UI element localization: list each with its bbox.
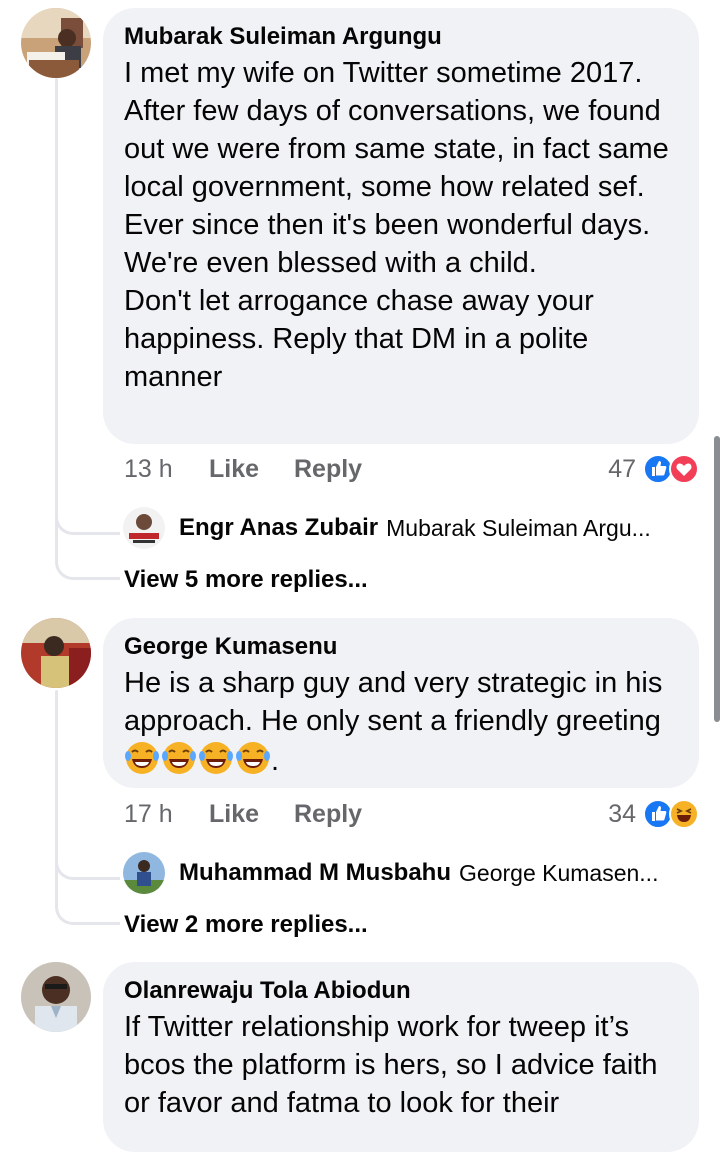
scrollbar[interactable] [714,436,720,722]
like-button[interactable]: Like [209,796,259,832]
reply-button[interactable]: Reply [294,451,362,487]
avatar[interactable] [21,962,91,1032]
comment-bubble[interactable]: Olanrewaju Tola Abiodun If Twitter relat… [103,962,699,1152]
like-button[interactable]: Like [209,451,259,487]
laughing-crying-emoji [199,742,233,774]
comment-author[interactable]: Mubarak Suleiman Argungu [124,22,681,52]
thread-elbow [55,898,120,925]
avatar[interactable] [21,618,91,688]
thread-elbow [55,553,120,580]
reply-author[interactable]: Engr Anas Zubair [179,514,378,542]
comment-text: He is a sharp guy and very strategic in … [124,664,681,780]
comment-timestamp[interactable]: 17 h [124,796,173,832]
comment-timestamp[interactable]: 13 h [124,451,173,487]
laughing-crying-emoji [125,742,159,774]
haha-icon [669,799,699,829]
comment-author[interactable]: Olanrewaju Tola Abiodun [124,976,681,1006]
reply-snippet: George Kumasen... [459,859,659,886]
reaction-count: 34 [608,800,636,828]
comment-actions: 13 h Like Reply 47 [124,451,699,487]
comment-author[interactable]: George Kumasenu [124,632,681,662]
reply-snippet: Mubarak Suleiman Argu... [386,514,651,541]
thread-line [55,78,58,556]
view-more-replies-link[interactable]: View 2 more replies... [124,910,368,940]
laughing-crying-emoji [236,742,270,774]
avatar[interactable] [123,852,165,894]
love-icon [669,454,699,484]
comment-text: If Twitter relationship work for tweep i… [124,1011,658,1119]
reply-author[interactable]: Muhammad M Musbahu [179,859,451,887]
thread-elbow [55,853,120,880]
reply-preview[interactable]: Engr Anas Zubair Mubarak Suleiman Argu..… [123,506,693,550]
avatar[interactable] [123,507,165,549]
thread-elbow [55,508,120,535]
reaction-count: 47 [608,455,636,483]
comment-text-suffix: . [271,745,280,777]
reply-preview[interactable]: Muhammad M Musbahu George Kumasen... [123,851,693,895]
laughing-crying-emoji [162,742,196,774]
reaction-summary[interactable]: 47 [608,451,699,487]
comment-text-body: He is a sharp guy and very strategic in … [124,667,663,737]
reaction-summary[interactable]: 34 [608,796,699,832]
emoji-group [124,740,271,776]
comment-bubble[interactable]: George Kumasenu He is a sharp guy and ve… [103,618,699,788]
view-more-replies-link[interactable]: View 5 more replies... [124,565,368,595]
comment-text: I met my wife on Twitter sometime 2017. … [124,57,669,393]
comment-bubble[interactable]: Mubarak Suleiman Argungu I met my wife o… [103,8,699,444]
comment-actions: 17 h Like Reply 34 [124,796,699,832]
avatar[interactable] [21,8,91,78]
reply-button[interactable]: Reply [294,796,362,832]
